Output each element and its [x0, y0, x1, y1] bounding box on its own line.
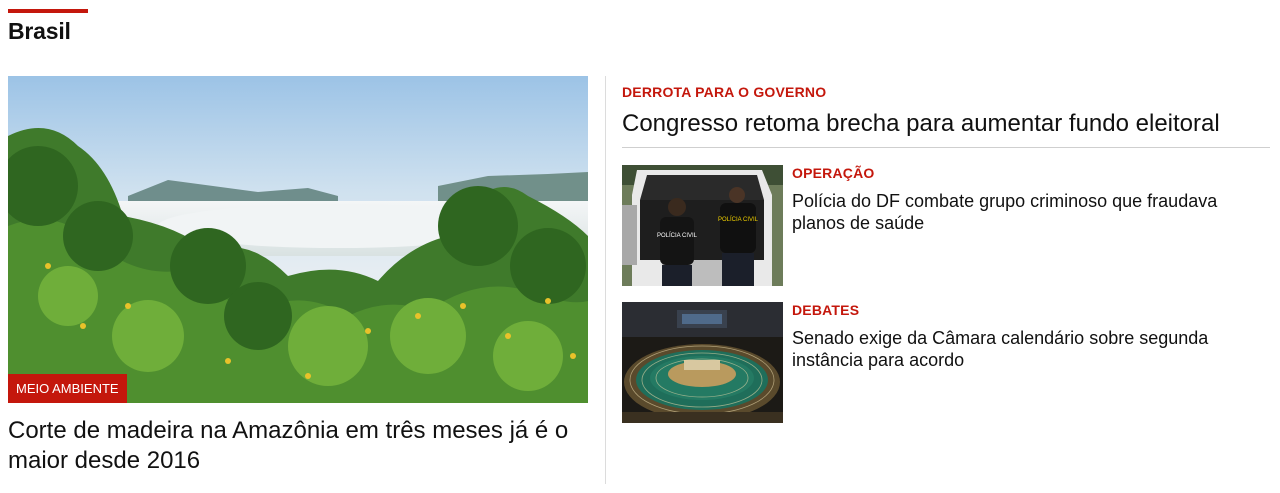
forest-landscape-image: [8, 76, 588, 403]
list-item: DEBATES Senado exige da Câmara calendári…: [622, 302, 1270, 423]
story-text: OPERAÇÃO Polícia do DF combate grupo cri…: [792, 165, 1262, 234]
senate-chamber-thumbnail[interactable]: [622, 302, 783, 423]
list-item: POLÍCIA CIVIL POLÍCIA CIVIL OPERAÇÃO Pol…: [622, 165, 1270, 286]
top-story-headline-link[interactable]: Congresso retoma brecha para aumentar fu…: [622, 109, 1270, 139]
story-headline-link[interactable]: Polícia do DF combate grupo criminoso qu…: [792, 190, 1262, 234]
section-accent-bar: [8, 9, 88, 13]
main-headline-link[interactable]: Corte de madeira na Amazônia em três mes…: [8, 416, 583, 476]
section-title[interactable]: Brasil: [8, 18, 71, 45]
chamber-plenary-image: [622, 302, 783, 423]
vest-text-front: POLÍCIA CIVIL: [657, 232, 698, 239]
story-text: DEBATES Senado exige da Câmara calendári…: [792, 302, 1262, 371]
story-kicker[interactable]: OPERAÇÃO: [792, 165, 1262, 181]
hero-image[interactable]: MEIO AMBIENTE: [8, 76, 588, 403]
story-headline-link[interactable]: Senado exige da Câmara calendário sobre …: [792, 327, 1262, 371]
top-story-separator: [622, 147, 1270, 148]
vest-text-back: POLÍCIA CIVIL: [718, 216, 759, 223]
column-divider: [605, 76, 606, 484]
police-officers-image: POLÍCIA CIVIL POLÍCIA CIVIL: [622, 165, 783, 286]
story-kicker[interactable]: DEBATES: [792, 302, 1262, 318]
main-story: MEIO AMBIENTE Corte de madeira na Amazôn…: [8, 76, 588, 476]
police-operation-thumbnail[interactable]: POLÍCIA CIVIL POLÍCIA CIVIL: [622, 165, 783, 286]
category-badge[interactable]: MEIO AMBIENTE: [8, 374, 127, 403]
top-story: DERROTA PARA O GOVERNO Congresso retoma …: [622, 84, 1270, 139]
top-story-kicker[interactable]: DERROTA PARA O GOVERNO: [622, 84, 1270, 100]
